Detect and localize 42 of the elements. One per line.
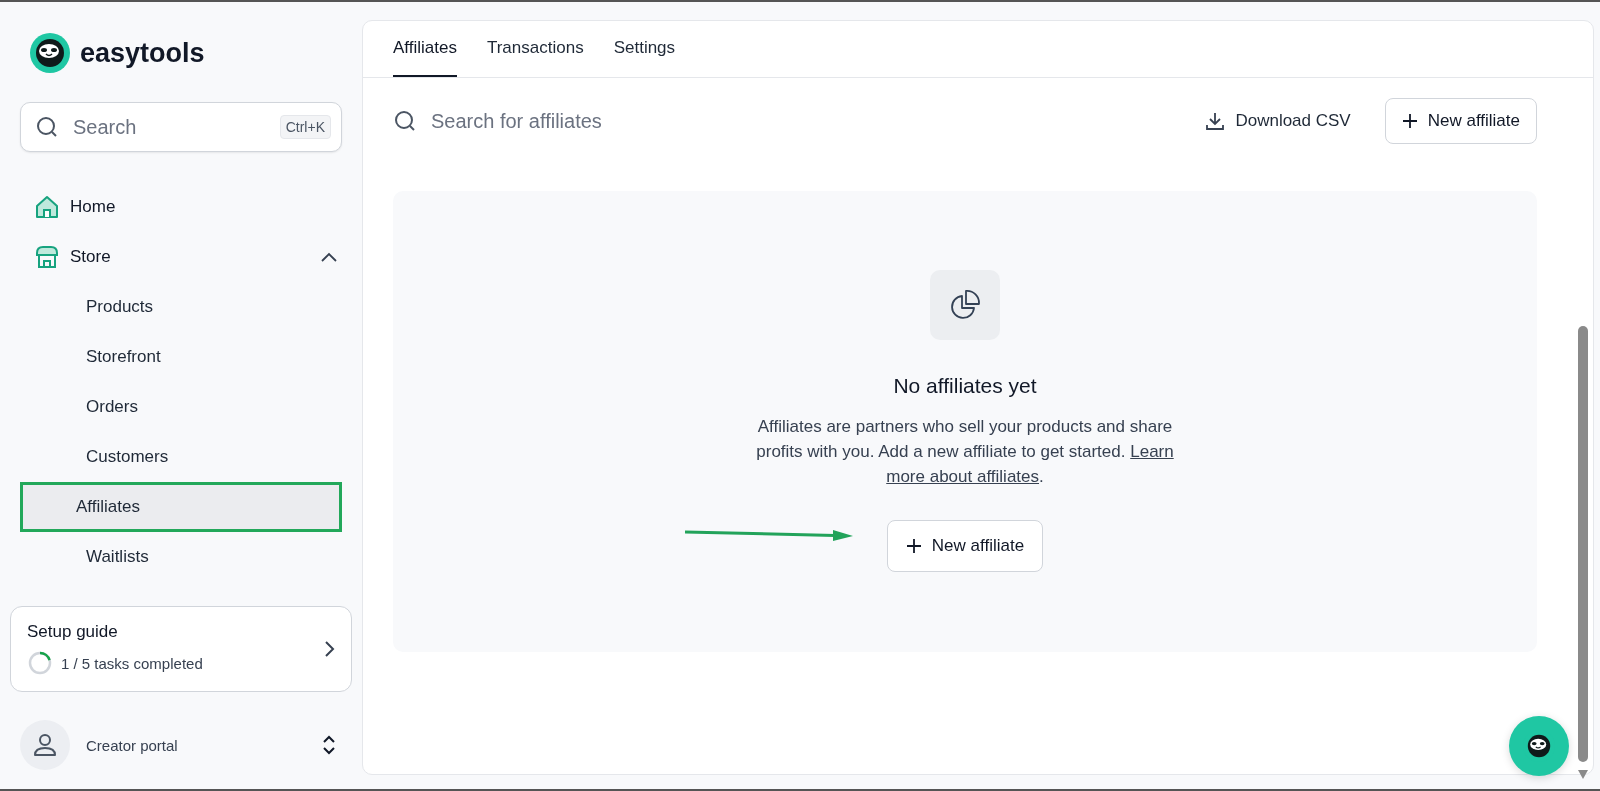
sidebar-subitem[interactable]: Customers	[20, 432, 342, 482]
chat-button[interactable]	[1509, 716, 1569, 776]
sloth-logo-icon	[30, 33, 70, 73]
store-icon	[34, 244, 60, 270]
plus-icon	[905, 538, 922, 554]
brand-name: easytools	[80, 37, 205, 69]
learn-more-link[interactable]: Learn	[1130, 442, 1174, 461]
tab[interactable]: Transactions	[486, 21, 584, 77]
avatar[interactable]	[20, 720, 70, 770]
empty-state-description: Affiliates are partners who sell your products and share profits with you. Add a new affiliate to get started. Learn more about affiliates.	[755, 416, 1175, 488]
new-affiliate-button[interactable]: New affiliate	[1384, 98, 1537, 144]
learn-more-link[interactable]: more about affiliates	[886, 467, 1039, 486]
sidebar-subitem[interactable]: Affiliates	[20, 482, 342, 532]
empty-state-title: No affiliates yet	[893, 374, 1037, 398]
setup-guide-card[interactable]: Setup guide 1 / 5 tasks completed	[10, 606, 352, 692]
up-down-chevron-icon[interactable]	[322, 734, 336, 756]
tab[interactable]: Settings	[613, 21, 676, 77]
sidebar-item[interactable]: Store	[10, 232, 352, 282]
pie-chart-icon	[948, 288, 982, 322]
sidebar-item[interactable]: Home	[10, 182, 352, 232]
progress-text: 1 / 5 tasks completed	[61, 654, 203, 672]
progress-ring	[27, 650, 53, 676]
search-icon	[35, 115, 59, 139]
scrollbar[interactable]	[1577, 326, 1589, 781]
search-field[interactable]: Search Ctrl+K	[20, 102, 342, 152]
sidebar-subitem[interactable]: Waitlists	[20, 532, 342, 582]
tab[interactable]: Affiliates	[393, 21, 457, 77]
new-affiliate-button[interactable]: New affiliate	[886, 520, 1044, 572]
search-icon	[393, 109, 417, 133]
home-icon	[34, 194, 60, 220]
download-csv-button[interactable]: Download CSV	[1185, 98, 1371, 144]
sidebar-subitem[interactable]: Orders	[20, 382, 342, 432]
shortcut-hint: Ctrl+K	[279, 115, 331, 139]
chevron-right-icon	[323, 640, 335, 658]
account-label[interactable]: Creator portal	[86, 736, 306, 754]
setup-guide-title: Setup guide	[27, 622, 119, 642]
download-icon	[1205, 111, 1226, 131]
plus-icon	[1401, 113, 1418, 129]
sidebar-subitem[interactable]: Products	[20, 282, 342, 332]
sidebar-subitem[interactable]: Storefront	[20, 332, 342, 382]
user-icon	[32, 732, 58, 758]
search-input[interactable]: Search	[71, 114, 268, 140]
